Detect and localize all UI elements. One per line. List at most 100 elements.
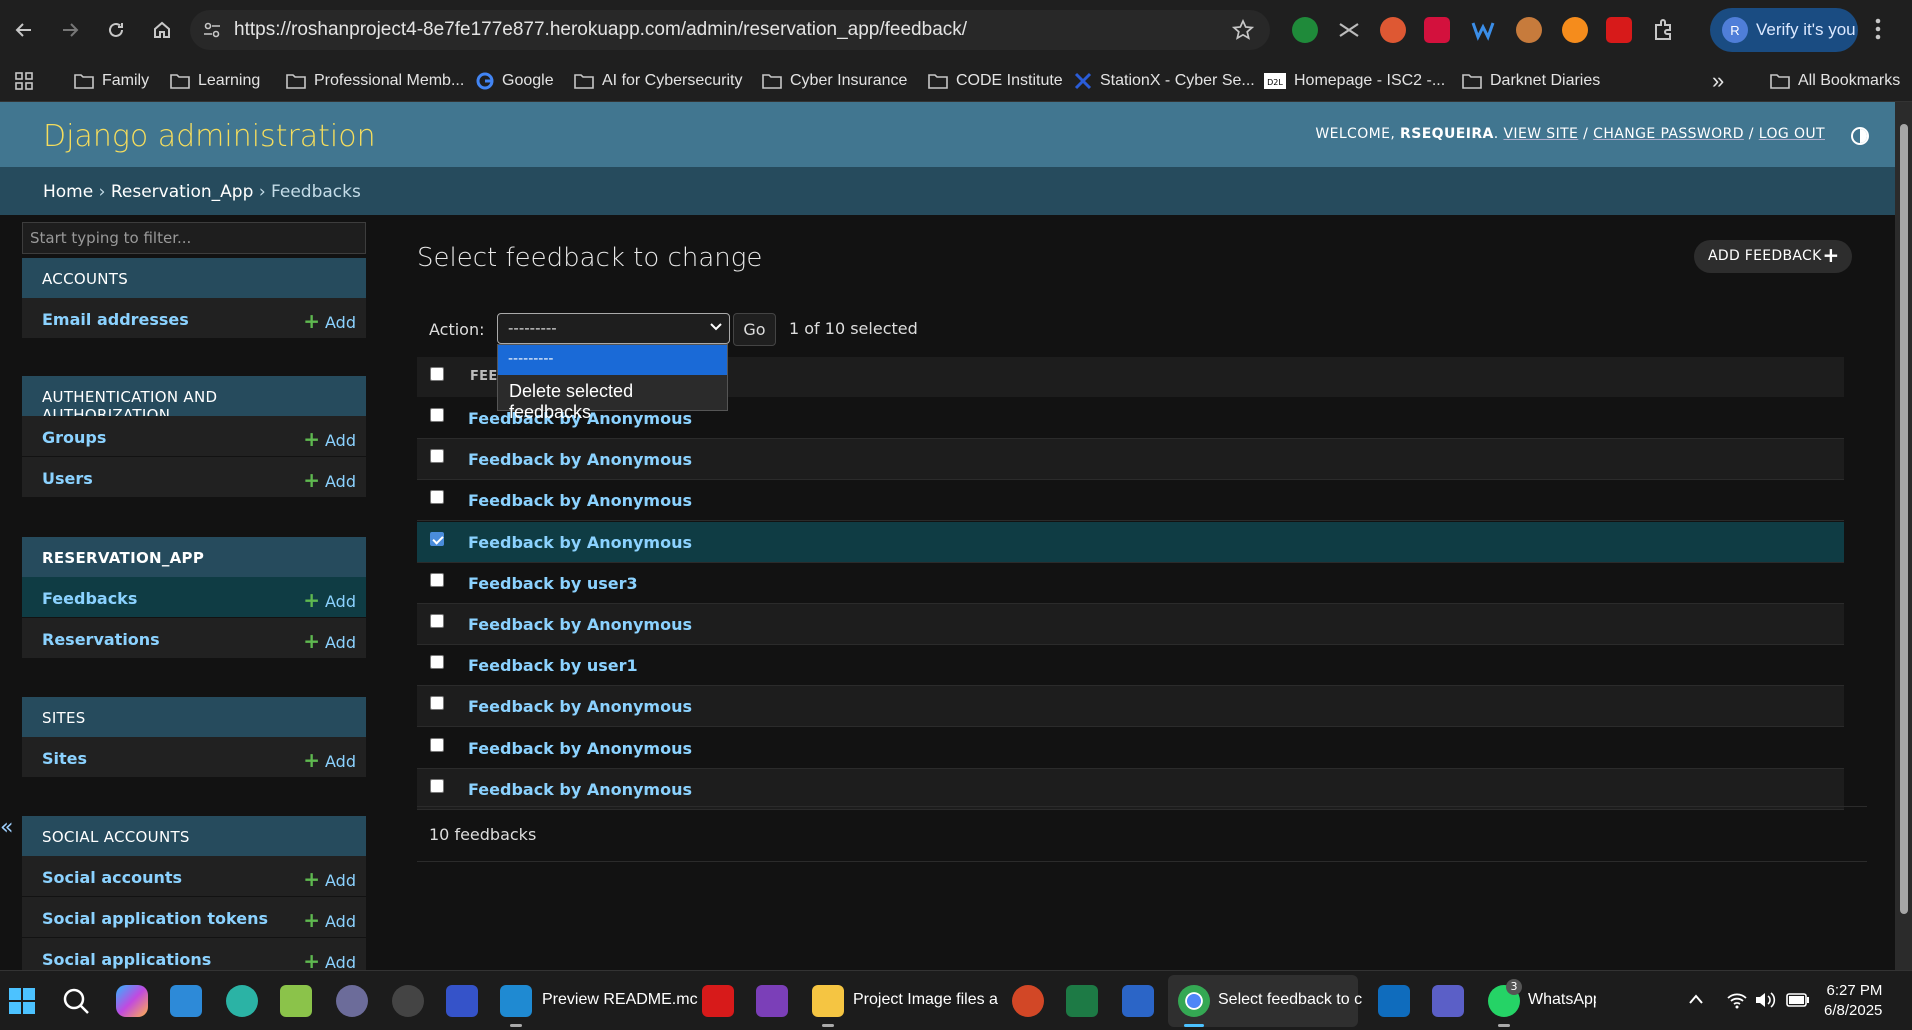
action-select[interactable]: --------- <box>497 313 730 344</box>
row-checkbox[interactable] <box>430 490 444 505</box>
excel-icon[interactable] <box>1066 985 1098 1017</box>
feedback-link[interactable]: Feedback by Anonymous <box>468 739 692 758</box>
bookmark-family[interactable]: Family <box>74 68 149 94</box>
row-checkbox[interactable] <box>430 572 444 587</box>
start-icon[interactable] <box>6 985 38 1017</box>
search-icon[interactable] <box>60 985 92 1017</box>
system-clock[interactable]: 6:27 PM 6/8/2025 <box>1824 981 1882 1021</box>
sidebar-item-link[interactable]: Social application tokens <box>42 909 268 928</box>
extension-duckduckgo-icon[interactable] <box>1380 17 1406 43</box>
row-checkbox[interactable] <box>430 655 444 670</box>
add-link[interactable]: + Add <box>303 867 356 891</box>
extension-pocket-icon[interactable] <box>1424 17 1450 43</box>
sidebar-item-link[interactable]: Groups <box>42 428 106 447</box>
sidebar-item-link[interactable]: Sites <box>42 749 87 768</box>
bookmark-professional-memb[interactable]: Professional Memb... <box>286 68 464 94</box>
bookmark-code-institute[interactable]: CODE Institute <box>928 68 1063 94</box>
teams-icon[interactable] <box>1432 985 1464 1017</box>
extension-green-icon[interactable] <box>1292 17 1318 43</box>
lock-app-icon[interactable] <box>336 985 368 1017</box>
bookmark-star-icon[interactable] <box>1232 19 1254 41</box>
camera-app-icon[interactable] <box>392 985 424 1017</box>
taskbar-app-label-vscode[interactable]: Preview README.mc <box>542 991 698 1009</box>
row-checkbox[interactable] <box>430 696 444 711</box>
feedback-link[interactable]: Feedback by Anonymous <box>468 533 692 552</box>
add-link[interactable]: + Add <box>303 468 356 492</box>
acrobat-icon[interactable] <box>702 985 734 1017</box>
change-password-link[interactable]: Change password <box>1593 126 1744 142</box>
add-link[interactable]: + Add <box>303 309 356 333</box>
feedback-link[interactable]: Feedback by user1 <box>468 656 638 675</box>
sidebar-item-link[interactable]: Email addresses <box>42 310 189 329</box>
bookmark-google[interactable]: Google <box>476 68 554 94</box>
add-link[interactable]: + Add <box>303 427 356 451</box>
feedback-link[interactable]: Feedback by Anonymous <box>468 491 692 510</box>
feedback-link[interactable]: Feedback by Anonymous <box>468 615 692 634</box>
taskbar-app-label-whatsapp[interactable]: WhatsApp <box>1528 991 1596 1009</box>
all-bookmarks[interactable]: All Bookmarks <box>1770 68 1900 94</box>
more-bookmarks-icon[interactable]: » <box>1712 68 1724 94</box>
add-link[interactable]: + Add <box>303 588 356 612</box>
feedback-link[interactable]: Feedback by Anonymous <box>468 697 692 716</box>
onenote-icon[interactable] <box>756 985 788 1017</box>
taskbar-app-label-explorer[interactable]: Project Image files a <box>853 991 998 1009</box>
log-out-link[interactable]: Log out <box>1759 126 1825 142</box>
view-site-link[interactable]: View site <box>1503 126 1578 142</box>
row-checkbox[interactable] <box>430 614 444 628</box>
bookmark-learning[interactable]: Learning <box>170 68 260 94</box>
forward-icon[interactable] <box>50 10 90 50</box>
browser-menu-icon[interactable] <box>1875 18 1881 40</box>
extension-cookie-icon[interactable] <box>1516 17 1542 43</box>
sidebar-item-link[interactable]: Feedbacks <box>42 589 137 608</box>
site-brand[interactable]: Django administration <box>43 119 376 154</box>
copilot-icon[interactable] <box>116 985 148 1017</box>
breadcrumb-app[interactable]: Reservation_App <box>111 182 254 202</box>
verify-identity-button[interactable]: R Verify it's you <box>1710 8 1858 52</box>
dropdown-option-blank[interactable]: --------- <box>498 345 727 375</box>
vscode-icon[interactable] <box>500 985 532 1017</box>
page-scrollbar[interactable] <box>1895 102 1912 970</box>
site-settings-icon[interactable] <box>190 21 234 39</box>
sidebar-item-link[interactable]: Users <box>42 469 93 488</box>
url-text[interactable]: https://roshanproject4-8e7fe177e877.hero… <box>234 19 967 41</box>
add-link[interactable]: + Add <box>303 629 356 653</box>
row-checkbox[interactable] <box>430 449 444 464</box>
extension-wix-icon[interactable] <box>1470 17 1496 43</box>
module-header[interactable]: Social Accounts <box>22 816 366 856</box>
app-icon-m[interactable] <box>446 985 478 1017</box>
module-header[interactable]: Sites <box>22 697 366 737</box>
chrome-icon[interactable] <box>1178 985 1210 1017</box>
nav-filter-input[interactable]: Start typing to filter... <box>22 222 366 254</box>
feedback-link[interactable]: Feedback by Anonymous <box>468 450 692 469</box>
apps-grid-icon[interactable] <box>14 68 42 94</box>
row-checkbox[interactable] <box>430 531 444 546</box>
bookmark-stationx-cyber-se[interactable]: StationX - Cyber Se... <box>1074 68 1255 94</box>
extension-acrobat-icon[interactable] <box>1606 17 1632 43</box>
wifi-icon[interactable] <box>1726 991 1748 1009</box>
module-header[interactable]: Accounts <box>22 258 366 298</box>
extensions-puzzle-icon[interactable] <box>1651 17 1677 43</box>
add-feedback-button[interactable]: Add feedback + <box>1694 240 1852 273</box>
extension-grammarly-icon[interactable] <box>1562 17 1588 43</box>
sidebar-toggle-icon[interactable]: « <box>0 815 13 840</box>
home-icon[interactable] <box>142 10 182 50</box>
bookmark-cyber-insurance[interactable]: Cyber Insurance <box>762 68 907 94</box>
module-header[interactable]: Reservation_App <box>22 537 366 577</box>
battery-icon[interactable] <box>1786 993 1810 1007</box>
address-bar[interactable]: https://roshanproject4-8e7fe177e877.hero… <box>190 10 1270 50</box>
bookmark-ai-for-cybersecurity[interactable]: AI for Cybersecurity <box>574 68 742 94</box>
sidebar-item-link[interactable]: Social applications <box>42 950 211 969</box>
feedback-link[interactable]: Feedback by user3 <box>468 574 638 593</box>
go-button[interactable]: Go <box>733 313 776 346</box>
add-link[interactable]: + Add <box>303 908 356 932</box>
app-icon-teal[interactable] <box>226 985 258 1017</box>
dropdown-option-delete[interactable]: Delete selected feedbacks <box>498 375 727 422</box>
bookmark-homepage-isc2[interactable]: D2L Homepage - ISC2 -... <box>1264 68 1445 94</box>
file-explorer-icon[interactable] <box>812 985 844 1017</box>
outlook-icon[interactable] <box>1378 985 1410 1017</box>
app-icon-lime[interactable] <box>280 985 312 1017</box>
powerpoint-icon[interactable] <box>1012 985 1044 1017</box>
theme-toggle-icon[interactable] <box>1851 127 1869 145</box>
photos-icon[interactable] <box>170 985 202 1017</box>
reload-icon[interactable] <box>96 10 136 50</box>
